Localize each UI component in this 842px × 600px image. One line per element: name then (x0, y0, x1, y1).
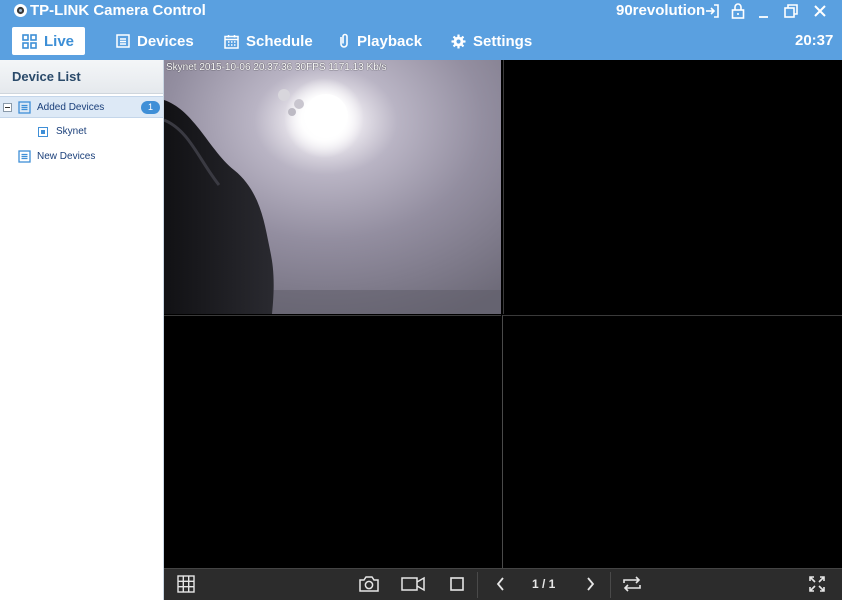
next-page-button[interactable] (578, 573, 602, 595)
gear-icon (451, 33, 466, 49)
device-group-icon (18, 101, 31, 114)
camera-icon (359, 576, 379, 592)
tab-settings[interactable]: Settings (451, 27, 532, 55)
repeat-icon (623, 576, 641, 592)
device-list-title: Device List (0, 60, 163, 94)
tab-devices-label: Devices (137, 32, 194, 50)
video-camera-icon (401, 576, 425, 592)
close-icon[interactable] (811, 2, 829, 20)
camera-feed-image (164, 60, 501, 314)
list-icon (116, 34, 130, 48)
tab-playback[interactable]: Playback (338, 27, 422, 55)
username-label[interactable]: 90revolution (616, 2, 705, 19)
snapshot-button[interactable] (357, 573, 381, 595)
calendar-icon (224, 34, 239, 49)
tab-devices[interactable]: Devices (116, 27, 194, 55)
tab-schedule[interactable]: Schedule (224, 27, 313, 55)
grid-icon (22, 33, 37, 49)
video-cell-3[interactable] (164, 315, 501, 568)
playback-toolbar: 1 / 1 (164, 568, 842, 600)
camera-device-icon (38, 127, 48, 137)
tree-item-added-devices[interactable]: Added Devices 1 (0, 96, 163, 118)
stop-icon (450, 577, 464, 591)
record-button[interactable] (401, 573, 425, 595)
added-devices-label: Added Devices (37, 102, 105, 113)
layout-grid-button[interactable] (174, 573, 198, 595)
page-indicator: 1 / 1 (532, 577, 556, 591)
paperclip-icon (340, 33, 348, 48)
collapse-toggle-icon[interactable] (3, 103, 12, 112)
title-bar: TP-LINK Camera Control 90revolution (0, 0, 842, 22)
video-cell-4[interactable] (502, 315, 842, 568)
fullscreen-button[interactable] (805, 573, 829, 595)
chevron-left-icon (496, 577, 504, 591)
stop-button[interactable] (445, 573, 469, 595)
new-devices-label: New Devices (37, 151, 96, 162)
tab-playback-label: Playback (357, 32, 423, 50)
tree-item-new-devices[interactable]: New Devices (0, 146, 163, 168)
app-title: TP-LINK Camera Control (30, 2, 206, 19)
device-count-badge: 1 (141, 101, 160, 114)
tab-settings-label: Settings (473, 32, 533, 50)
tab-live-label: Live (44, 32, 75, 50)
cycle-button[interactable] (620, 573, 644, 595)
skynet-device-label: Skynet (56, 126, 87, 137)
video-cell-2[interactable] (503, 60, 842, 314)
toolbar-divider (610, 572, 611, 598)
layout-grid-icon (177, 575, 195, 593)
tab-live[interactable]: Live (12, 27, 86, 55)
tab-schedule-label: Schedule (246, 32, 313, 50)
fullscreen-icon (809, 576, 825, 592)
lock-icon[interactable] (729, 2, 747, 20)
tree-item-skynet[interactable]: Skynet (0, 121, 163, 143)
minimize-icon[interactable] (755, 2, 773, 20)
chevron-right-icon (587, 577, 595, 591)
live-video-grid: Skynet 2015-10-06 20:37:36 30FPS 1171.13… (164, 60, 842, 568)
device-list-panel: Device List Added Devices 1 Skynet New D… (0, 60, 164, 600)
device-group-icon (18, 150, 31, 163)
previous-page-button[interactable] (489, 573, 513, 595)
video-cell-1[interactable]: Skynet 2015-10-06 20:37:36 30FPS 1171.13… (164, 60, 501, 314)
main-nav: Live Devices Schedule Playback Settings … (0, 22, 842, 60)
clock: 20:37 (795, 32, 834, 49)
logout-icon[interactable] (703, 2, 721, 20)
video-overlay-text: Skynet 2015-10-06 20:37:36 30FPS 1171.13… (166, 62, 387, 73)
toolbar-divider (477, 572, 478, 598)
camera-logo-icon (14, 4, 27, 17)
restore-icon[interactable] (782, 2, 800, 20)
